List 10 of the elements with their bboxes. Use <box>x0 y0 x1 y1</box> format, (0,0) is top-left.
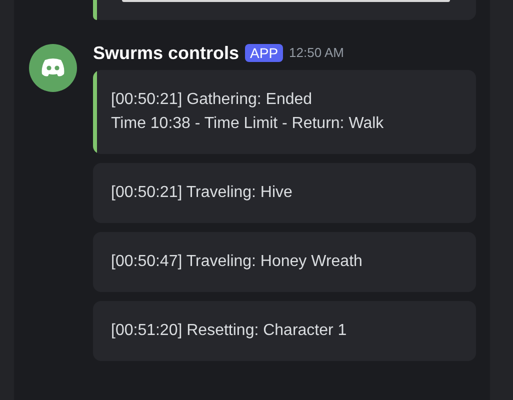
timestamp: 12:50 AM <box>289 44 344 62</box>
embed-text: [00:50:21] Traveling: Hive <box>111 183 292 203</box>
embed-text: [00:51:20] Resetting: Character 1 <box>111 321 347 341</box>
embed-text: Time 10:38 - Time Limit - Return: Walk <box>111 114 384 134</box>
avatar[interactable] <box>29 44 77 92</box>
controller-face-icon <box>40 58 66 78</box>
author-name[interactable]: Swurms controls <box>93 40 240 66</box>
embed-text: [00:50:21] Gathering: Ended <box>111 90 314 110</box>
embed-text: [00:50:47] Traveling: Honey Wreath <box>111 252 362 272</box>
app-tag: APP <box>245 44 284 62</box>
